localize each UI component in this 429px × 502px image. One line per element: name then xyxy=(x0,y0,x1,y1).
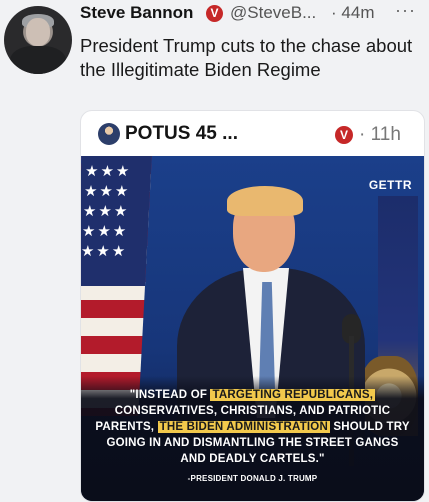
timestamp-value: 11h xyxy=(370,124,401,145)
quote-highlight: TARGETING REPUBLICANS, xyxy=(210,389,376,401)
quote-part: "INSTEAD OF xyxy=(129,389,211,401)
timestamp-separator: · xyxy=(331,3,337,22)
post-timestamp[interactable]: · 44m xyxy=(331,3,374,23)
verified-badge-icon: V xyxy=(206,5,223,22)
gettr-watermark: GETTR xyxy=(368,178,412,192)
post-handle[interactable]: @SteveB... xyxy=(230,3,316,23)
avatar-face xyxy=(26,18,50,46)
quoted-post-author[interactable]: POTUS 45 ... xyxy=(125,123,238,145)
post-author-name[interactable]: Steve Bannon xyxy=(80,3,193,23)
verified-badge-icon: V xyxy=(335,126,353,144)
quote-highlight: THE BIDEN ADMINISTRATION xyxy=(157,421,330,433)
post-text: President Trump cuts to the chase about … xyxy=(80,35,413,80)
timestamp-value: 44m xyxy=(341,3,375,22)
quoted-post-card[interactable]: POTUS 45 ... V · 11h ★★★ ★★★ ★★★ ★★★ ★★★… xyxy=(80,110,425,502)
quote-text: "INSTEAD OF TARGETING REPUBLICANS, CONSE… xyxy=(93,387,412,467)
quoted-post-avatar[interactable] xyxy=(98,123,120,145)
speaker-hair xyxy=(227,186,303,216)
avatar-suit xyxy=(10,46,66,74)
timestamp-separator: · xyxy=(359,124,366,145)
avatar[interactable] xyxy=(4,6,72,74)
more-options-icon[interactable]: ··· xyxy=(395,0,416,21)
quoted-post-timestamp[interactable]: · 11h xyxy=(359,124,401,146)
flag-stars: ★★★ ★★★ ★★★ ★★★ ★★★ xyxy=(81,156,152,286)
quoted-post-image[interactable]: ★★★ ★★★ ★★★ ★★★ ★★★ GETTR "INSTEAD OF TA… xyxy=(81,156,424,501)
quote-attribution: -PRESIDENT DONALD J. TRUMP xyxy=(187,474,318,483)
